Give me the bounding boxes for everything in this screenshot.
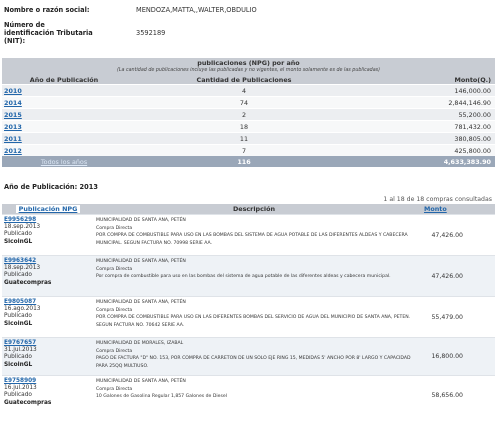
summary-row: 2012 7 425,800.00	[2, 144, 495, 156]
purchase-date: 18.sep.2013	[4, 265, 41, 272]
npg-link[interactable]: E9767657	[4, 340, 96, 347]
summary-total-row: Todos los años 116 4,633,383.90	[2, 156, 495, 167]
purchase-entity: MUNICIPALIDAD DE MORALES, IZABAL	[96, 341, 184, 346]
summary-row: 2013 18 781,432.00	[2, 120, 495, 132]
year-link[interactable]: 2014	[4, 99, 22, 107]
amount-cell: 380,805.00	[454, 134, 491, 143]
purchase-row: E9758909 16.jul.2013 Publicado Guatecomp…	[2, 375, 495, 414]
summary-header: publicaciones (NPG) por año (La cantidad…	[2, 58, 495, 84]
purchase-status: Publicado	[4, 313, 32, 320]
purchase-source: SicoinGL	[4, 361, 33, 368]
purchase-description: PAGO DE FACTURA "D" NO. 153, POR COMPRA …	[96, 356, 411, 369]
summary-note: (La cantidad de publicaciones incluye la…	[116, 68, 381, 73]
count-cell: 11	[239, 134, 249, 143]
purchase-entity: MUNICIPALIDAD DE SANTA ANA, PETÉN	[96, 379, 186, 384]
razon-social-value: MENDOZA,MATTA,,WALTER,OBDULIO	[136, 6, 257, 14]
count-cell: 4	[241, 86, 247, 95]
razon-social-label: Nombre o razón social:	[4, 6, 90, 14]
year-link[interactable]: 2010	[4, 87, 22, 95]
purchase-entity: MUNICIPALIDAD DE SANTA ANA, PETÉN	[96, 300, 186, 305]
nit-value: 3592189	[136, 29, 166, 37]
purchase-date: 16.jul.2013	[4, 385, 37, 392]
purchase-source: Guatecompras	[4, 279, 52, 286]
npg-link[interactable]: E9963642	[4, 258, 96, 265]
purchase-type: Compra Directa	[96, 266, 133, 272]
year-link[interactable]: 2012	[4, 147, 22, 155]
year-link[interactable]: 2015	[4, 111, 22, 119]
amount-cell: 781,432.00	[454, 122, 491, 131]
purchase-source: SicoinGL	[4, 320, 33, 327]
purchase-source: SicoinGL	[4, 238, 33, 245]
purchase-description: POR COMPRA DE COMBUSTIBLE PARA USO EN LA…	[96, 315, 411, 328]
summary-row: 2010 4 146,000.00	[2, 84, 495, 96]
purchase-entity: MUNICIPALIDAD DE SANTA ANA, PETÉN	[96, 218, 186, 223]
purchase-rows: E9956298 18.sep.2013 Publicado SicoinGL …	[2, 214, 495, 414]
purchase-row: E9805087 16.ago.2013 Publicado SicoinGL …	[2, 296, 495, 337]
col-year-header: Año de Publicación	[29, 75, 99, 84]
purchase-type: Compra Directa	[96, 307, 133, 313]
purchase-type: Compra Directa	[96, 386, 133, 392]
purchase-amount: 47,426.00	[431, 272, 464, 280]
count-cell: 7	[241, 146, 247, 155]
summary-row: 2011 11 380,805.00	[2, 132, 495, 144]
year-link[interactable]: 2013	[4, 123, 22, 131]
purchase-description: Por compra de combustible para uso en la…	[96, 274, 391, 280]
amount-cell: 2,844,146.90	[448, 98, 491, 107]
purchase-status: Publicado	[4, 231, 32, 238]
description-header: Descripción	[232, 205, 276, 213]
purchase-type: Compra Directa	[96, 225, 133, 231]
purchase-description: 10 Galones de Gasolina Regular 1,857 Gal…	[96, 394, 227, 400]
purchase-entity: MUNICIPALIDAD DE SANTA ANA, PETÉN	[96, 259, 186, 264]
summary-row: 2015 2 55,200.00	[2, 108, 495, 120]
purchase-date: 16.ago.2013	[4, 306, 41, 313]
purchase-date: 18.sep.2013	[4, 224, 41, 231]
purchase-amount: 55,479.00	[431, 313, 464, 321]
npg-link[interactable]: E9956298	[4, 217, 96, 224]
summary-title: publicaciones (NPG) por año	[197, 59, 300, 67]
amount-cell: 55,200.00	[458, 110, 491, 119]
summary-table: publicaciones (NPG) por año (La cantidad…	[2, 58, 495, 167]
amount-cell: 425,800.00	[454, 146, 491, 155]
count-cell: 18	[239, 122, 249, 131]
summary-row: 2014 74 2,844,146.90	[2, 96, 495, 108]
purchases-header: Publicación NPG Descripción Monto	[2, 204, 495, 214]
npg-link[interactable]: E9758909	[4, 378, 96, 385]
purchases-table: Publicación NPG Descripción Monto E99562…	[2, 204, 495, 414]
purchase-row: E9956298 18.sep.2013 Publicado SicoinGL …	[2, 214, 495, 255]
count-cell: 74	[239, 98, 249, 107]
purchase-row: E9963642 18.sep.2013 Publicado Guatecomp…	[2, 255, 495, 296]
purchase-status: Publicado	[4, 392, 32, 399]
results-count: 1 al 18 de 18 compras consultadas	[383, 196, 492, 203]
nit-label: Número de identificación Tributaria (NIT…	[4, 21, 93, 45]
purchase-amount: 58,656.00	[431, 391, 464, 399]
amount-cell: 146,000.00	[454, 86, 491, 95]
nit-label-line-3: (NIT):	[4, 37, 26, 45]
col-amount-header: Monto(Q.)	[454, 75, 491, 84]
total-count: 116	[237, 157, 251, 166]
purchase-status: Publicado	[4, 272, 32, 279]
summary-rows: 2010 4 146,000.00 2014 74 2,844,146.90 2…	[2, 84, 495, 156]
sort-npg-link[interactable]: Publicación NPG	[15, 205, 81, 213]
count-cell: 2	[241, 110, 247, 119]
purchase-type: Compra Directa	[96, 348, 133, 354]
purchase-row: E9767657 31.jul.2013 Publicado SicoinGL …	[2, 337, 495, 375]
col-count-header: Cantidad de Publicaciones	[196, 75, 292, 84]
purchase-date: 31.jul.2013	[4, 347, 37, 354]
summary-column-headers: Año de Publicación Cantidad de Publicaci…	[2, 75, 495, 84]
total-amount: 4,633,383.90	[443, 157, 491, 166]
nit-label-line-2: identificación Tributaria	[4, 29, 93, 37]
npg-link[interactable]: E9805087	[4, 299, 96, 306]
purchase-amount: 16,800.00	[431, 353, 464, 360]
nit-label-line-1: Número de	[4, 21, 45, 29]
purchase-description: POR COMPRA DE COMBUSTIBLE PARA USO EN LA…	[96, 233, 408, 246]
purchase-source: Guatecompras	[4, 399, 52, 406]
year-heading: Año de Publicación: 2013	[4, 183, 98, 191]
all-years-link[interactable]: Todos los años	[41, 158, 87, 166]
purchase-amount: 47,426.00	[431, 231, 464, 239]
year-link[interactable]: 2011	[4, 135, 22, 143]
purchase-status: Publicado	[4, 354, 32, 361]
sort-monto-link[interactable]: Monto	[414, 205, 495, 213]
